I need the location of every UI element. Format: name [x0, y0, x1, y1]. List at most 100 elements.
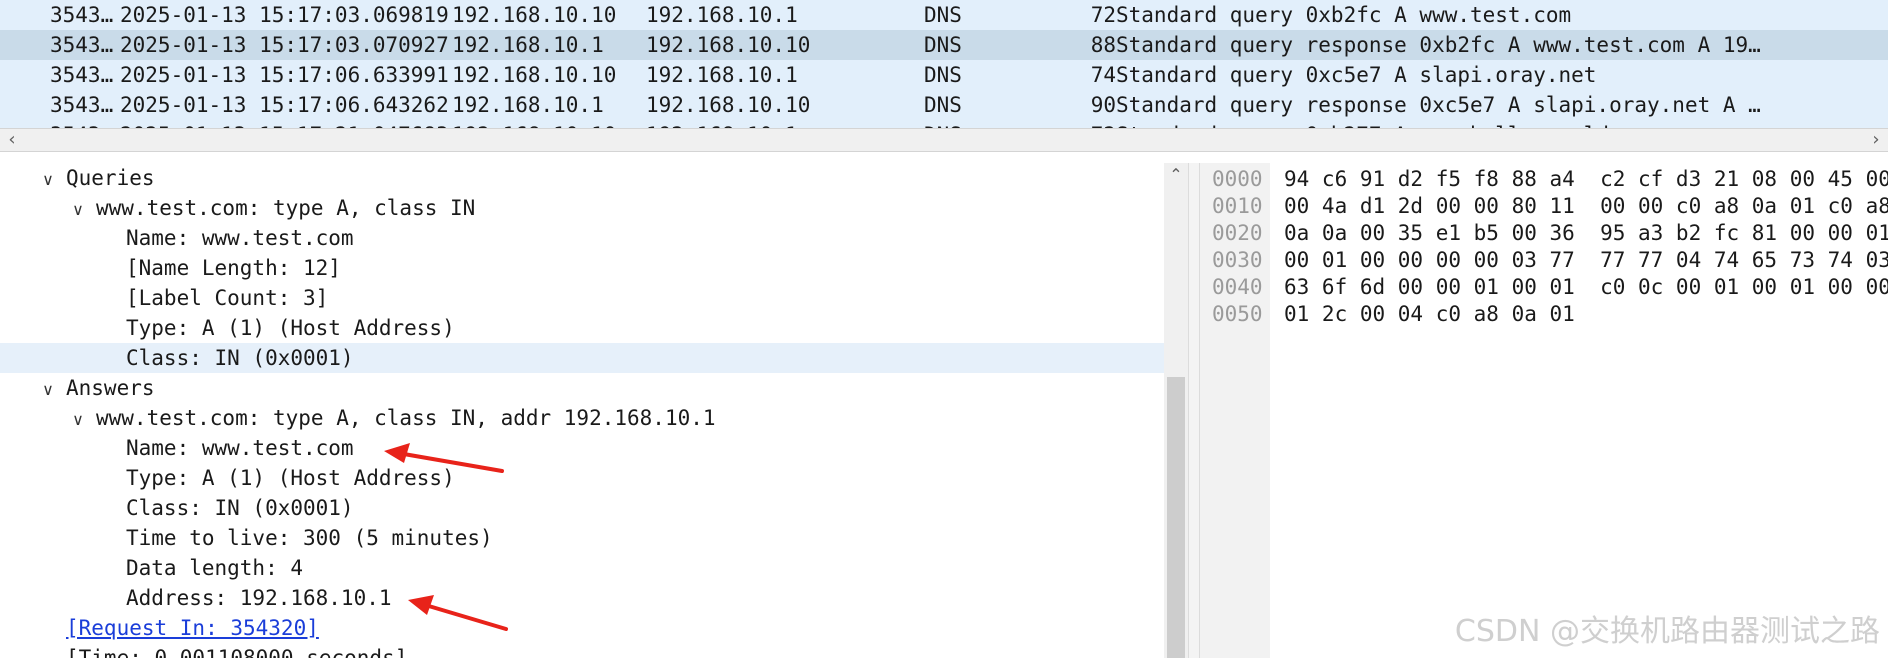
- packet-details-tree[interactable]: ∨ Queries ∨ www.test.com: type A, class IN N…: [0, 163, 1164, 658]
- detail-tree-row[interactable]: ∨ www.test.com: type A, class IN, addr 19…: [0, 403, 716, 435]
- packet-protocol: DNS: [924, 63, 962, 87]
- byte-offset: 0030: [1212, 248, 1263, 272]
- packet-time: 2025-01-13 15:17:06.633991: [120, 63, 449, 87]
- scrollbar-thumb[interactable]: [1167, 377, 1185, 658]
- chevron-down-icon[interactable]: ∨: [36, 375, 60, 405]
- packet-protocol: DNS: [924, 93, 962, 117]
- packet-time: 2025-01-13 15:17:03.069819: [120, 3, 449, 27]
- packet-info: Standard query response 0xb2fc A www.tes…: [1116, 33, 1761, 57]
- detail-tree-label: www.test.com: type A, class IN: [96, 196, 476, 220]
- byte-hex-row[interactable]: 00 01 00 00 00 00 03 77 77 77 04 74 65 7…: [1284, 247, 1888, 274]
- detail-tree-label: Name: www.test.com: [126, 436, 354, 460]
- packet-length: 90: [1090, 93, 1116, 117]
- packet-protocol: DNS: [924, 33, 962, 57]
- packet-info: Standard query response 0xc5e7 A slapi.o…: [1116, 93, 1761, 117]
- chevron-down-icon[interactable]: ∨: [66, 405, 90, 435]
- packet-protocol: DNS: [924, 120, 1074, 128]
- packet-number: 3543…: [50, 93, 114, 117]
- packet-info: Standard query 0xb2fc A www.test.com: [1116, 3, 1572, 27]
- detail-tree-row[interactable]: Name: www.test.com: [0, 223, 354, 253]
- packet-row[interactable]: 3543… 2025-01-13 15:17:06.643262 192.168…: [0, 90, 1888, 120]
- packet-number: 3543…: [50, 33, 114, 57]
- detail-tree-row[interactable]: [Label Count: 3]: [0, 283, 328, 313]
- packet-row[interactable]: 3543… 2025-01-13 15:17:03.069819 192.168…: [0, 0, 1888, 30]
- packet-length: 88: [1090, 33, 1116, 57]
- detail-tree-row[interactable]: Time to live: 300 (5 minutes): [0, 523, 493, 553]
- packet-time: 2025-01-13 15:17:03.070927: [120, 33, 449, 57]
- packet-source: 192.168.10.1: [452, 33, 604, 57]
- detail-tree-row[interactable]: [Name Length: 12]: [0, 253, 341, 283]
- packet-info: Standard query 0xc5e7 A slapi.oray.net: [1116, 63, 1597, 87]
- detail-tree-label: Queries: [66, 166, 155, 190]
- detail-tree-row[interactable]: Type: A (1) (Host Address): [0, 313, 455, 343]
- packet-destination: 192.168.10.1: [646, 120, 916, 128]
- detail-tree-row[interactable]: Type: A (1) (Host Address): [0, 463, 455, 493]
- detail-tree-label: [Label Count: 3]: [126, 286, 329, 310]
- byte-hex-row[interactable]: 63 6f 6d 00 00 01 00 01 c0 0c 00 01 00 0…: [1284, 274, 1888, 301]
- packet-time: 2025-01-13 15:17:21.047683: [120, 120, 450, 128]
- byte-hex-row[interactable]: 01 2c 00 04 c0 a8 0a 01: [1284, 301, 1575, 328]
- packet-number: 3543…: [50, 63, 114, 87]
- detail-tree-row[interactable]: ∨ Answers: [0, 373, 155, 405]
- detail-tree-label: Name: www.test.com: [126, 226, 354, 250]
- byte-hex-row[interactable]: 00 4a d1 2d 00 00 80 11 00 00 c0 a8 0a 0…: [1284, 193, 1888, 220]
- byte-offset: 0010: [1212, 194, 1263, 218]
- packet-source: 192.168.10.1: [452, 93, 604, 117]
- byte-hex-row[interactable]: 0a 0a 00 35 e1 b5 00 36 95 a3 b2 fc 81 0…: [1284, 220, 1888, 247]
- packet-number: 3543…: [50, 3, 114, 27]
- detail-tree-label: Data length: 4: [126, 556, 304, 580]
- packet-source: 192.168.10.10: [452, 120, 642, 128]
- packet-length: 74: [1090, 63, 1116, 87]
- scroll-left-icon[interactable]: ‹: [0, 129, 24, 151]
- chevron-down-icon[interactable]: ∨: [66, 195, 90, 225]
- packet-protocol: DNS: [924, 3, 962, 27]
- packet-row[interactable]: 3543… 2025-01-13 15:17:06.633991 192.168…: [0, 60, 1888, 90]
- pane-splitter[interactable]: [1188, 163, 1200, 658]
- packet-destination: 192.168.10.1: [646, 63, 798, 87]
- detail-tree-label: Type: A (1) (Host Address): [126, 316, 455, 340]
- packet-row-selected[interactable]: 3543… 2025-01-13 15:17:03.070927 192.168…: [0, 30, 1888, 60]
- packet-row[interactable]: 3543… 2025-01-13 15:17:21.047683 192.168…: [0, 120, 1888, 128]
- packet-source: 192.168.10.10: [452, 63, 617, 87]
- packet-destination: 192.168.10.1: [646, 3, 798, 27]
- byte-offset: 0040: [1212, 275, 1263, 299]
- detail-tree-label: Class: IN (0x0001): [126, 496, 354, 520]
- scroll-right-icon[interactable]: ›: [1864, 129, 1888, 151]
- byte-offset: 0000: [1212, 167, 1263, 191]
- detail-tree-label: Address: 192.168.10.1: [126, 586, 392, 610]
- detail-tree-row[interactable]: Name: www.test.com: [0, 433, 354, 463]
- packet-list[interactable]: 3543… 2025-01-13 15:17:03.069819 192.168…: [0, 0, 1888, 128]
- detail-tree-row[interactable]: Data length: 4: [0, 553, 303, 583]
- request-in-link[interactable]: [Request In: 354320]: [0, 613, 319, 643]
- detail-tree-row[interactable]: Address: 192.168.10.1: [0, 583, 392, 613]
- packet-destination: 192.168.10.10: [646, 33, 811, 57]
- packet-list-horizontal-scrollbar[interactable]: ‹ ›: [0, 128, 1888, 152]
- byte-offset: 0050: [1212, 302, 1263, 326]
- watermark: CSDN @交换机路由器测试之路: [1454, 614, 1880, 649]
- detail-tree-row[interactable]: ∨ Queries: [0, 163, 155, 195]
- detail-tree-row[interactable]: [Time: 0.001108000 seconds]: [0, 643, 407, 658]
- detail-tree-label: www.test.com: type A, class IN, addr 192…: [96, 406, 716, 430]
- packet-bytes-pane[interactable]: 0000 94 c6 91 d2 f5 f8 88 a4 c2 cf d3 21 …: [1200, 163, 1888, 658]
- packet-number: 3543…: [50, 120, 116, 128]
- detail-tree-label: Time to live: 300 (5 minutes): [126, 526, 493, 550]
- details-vertical-scrollbar[interactable]: ⌃: [1164, 163, 1188, 658]
- detail-tree-label: [Name Length: 12]: [126, 256, 341, 280]
- detail-tree-row[interactable]: Class: IN (0x0001): [0, 493, 354, 523]
- detail-tree-label: Type: A (1) (Host Address): [126, 466, 455, 490]
- detail-tree-row[interactable]: Class: IN (0x0001): [0, 343, 1164, 373]
- request-in-link-label[interactable]: [Request In: 354320]: [66, 616, 319, 640]
- detail-tree-row[interactable]: ∨ www.test.com: type A, class IN: [0, 193, 475, 223]
- detail-tree-label: Class: IN (0x0001): [126, 346, 354, 370]
- packet-length: 72: [1090, 3, 1116, 27]
- packet-source: 192.168.10.10: [452, 3, 617, 27]
- detail-tree-label: Answers: [66, 376, 155, 400]
- byte-offset: 0020: [1212, 221, 1263, 245]
- packet-destination: 192.168.10.10: [646, 93, 811, 117]
- byte-hex-row[interactable]: 94 c6 91 d2 f5 f8 88 a4 c2 cf d3 21 08 0…: [1284, 166, 1888, 193]
- packet-length: 72: [1080, 120, 1116, 128]
- packet-time: 2025-01-13 15:17:06.643262: [120, 93, 449, 117]
- scroll-up-icon[interactable]: ⌃: [1164, 163, 1188, 187]
- chevron-down-icon[interactable]: ∨: [36, 165, 60, 195]
- detail-tree-label: [Time: 0.001108000 seconds]: [66, 646, 408, 658]
